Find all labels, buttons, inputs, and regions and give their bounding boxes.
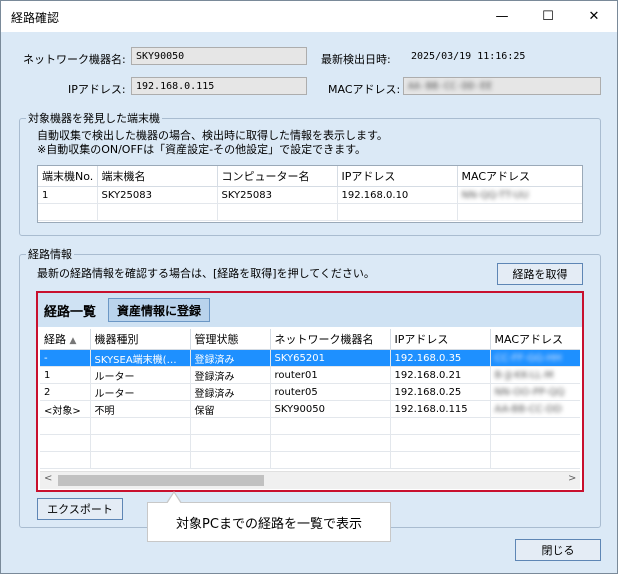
cell-route: - <box>40 349 91 367</box>
close-button[interactable]: 閉じる <box>515 539 601 561</box>
terminal-section-legend: 対象機器を発見した端末機 <box>28 112 160 125</box>
col-terminal-no[interactable]: 端末機No. <box>38 166 98 187</box>
table-row <box>40 451 580 469</box>
col-route[interactable]: 経路 ▲ <box>40 329 91 350</box>
network-device-field: SKY90050 <box>131 47 307 65</box>
cell-type: 不明 <box>90 400 191 418</box>
cell-mac: B-JJ-KK-LL-M <box>490 366 580 384</box>
cell-mac: AA-BB-CC-DD <box>490 400 580 418</box>
register-asset-button[interactable]: 資産情報に登録 <box>108 298 210 322</box>
mac-value: AA-BB-CC-DD-EE <box>408 81 493 92</box>
get-route-button[interactable]: 経路を取得 <box>497 263 583 285</box>
scroll-left-icon[interactable]: < <box>44 473 52 484</box>
cell-type: ルーター <box>90 383 191 401</box>
callout-tooltip: 対象PCまでの経路を一覧で表示 <box>147 491 391 542</box>
scroll-thumb[interactable] <box>58 475 264 486</box>
last-detected-value: 2025/03/19 11:16:25 <box>411 51 526 62</box>
cell-mac-text: AA-BB-CC-DD <box>494 403 562 415</box>
cell-device: SKY90050 <box>270 400 391 418</box>
cell-ip: 192.168.0.115 <box>390 400 491 418</box>
table-row <box>40 417 580 435</box>
cell-mac: NN-QQ-TT-UU <box>457 186 582 204</box>
cell-ip: 192.168.0.25 <box>390 383 491 401</box>
cell-type: ルーター <box>90 366 191 384</box>
minimize-button[interactable]: — <box>479 1 525 32</box>
mac-label: MACアドレス: <box>328 83 401 96</box>
mac-field: AA-BB-CC-DD-EE <box>403 77 601 95</box>
terminal-note-line1: 自動収集で検出した機器の場合、検出時に取得した情報を表示します。 <box>37 129 388 142</box>
col-device-type[interactable]: 機器種別 <box>90 329 191 350</box>
table-row[interactable]: 2 ルーター 登録済み router05 192.168.0.25 NN-OO-… <box>40 383 580 401</box>
terminal-note-line2: ※自動収集のON/OFFは「資産設定-その他設定」で設定できます。 <box>37 143 366 156</box>
cell-device: router05 <box>270 383 391 401</box>
sort-ascending-icon: ▲ <box>69 336 77 346</box>
col-network-device[interactable]: ネットワーク機器名 <box>270 329 391 350</box>
cell-device: router01 <box>270 366 391 384</box>
table-row[interactable]: 1 ルーター 登録済み router01 192.168.0.21 B-JJ-K… <box>40 366 580 384</box>
export-button[interactable]: エクスポート <box>37 498 123 520</box>
route-instruction: 最新の経路情報を確認する場合は、[経路を取得]を押してください。 <box>37 267 375 280</box>
route-check-window: 経路確認 — ☐ ✕ ネットワーク機器名: SKY90050 最新検出日時: 2… <box>0 0 618 574</box>
table-row[interactable]: - SKYSEA端末機(… 登録済み SKY65201 192.168.0.35… <box>40 349 580 367</box>
last-detected-label: 最新検出日時: <box>321 53 391 66</box>
cell-status: 登録済み <box>190 349 271 367</box>
cell-mac-text: B-JJ-KK-LL-M <box>494 369 554 381</box>
title-bar: 経路確認 — ☐ ✕ <box>1 1 617 32</box>
cell-mac-text: NN-QQ-TT-UU <box>461 189 529 201</box>
col-ip[interactable]: IPアドレス <box>390 329 491 350</box>
table-row <box>40 434 580 452</box>
close-window-button[interactable]: ✕ <box>571 1 617 32</box>
table-row[interactable]: 1 SKY25083 SKY25083 192.168.0.10 NN-QQ-T… <box>38 186 582 204</box>
cell-route: 2 <box>40 383 91 401</box>
col-ip-address[interactable]: IPアドレス <box>337 166 458 187</box>
table-row[interactable]: <対象> 不明 保留 SKY90050 192.168.0.115 AA-BB-… <box>40 400 580 418</box>
scroll-right-icon[interactable]: > <box>568 473 576 484</box>
cell-status: 保留 <box>190 400 271 418</box>
network-device-label: ネットワーク機器名: <box>23 53 126 66</box>
cell-route: <対象> <box>40 400 91 418</box>
maximize-button[interactable]: ☐ <box>525 1 571 32</box>
ip-field: 192.168.0.115 <box>131 77 307 95</box>
cell-route: 1 <box>40 366 91 384</box>
terminal-header-row: 端末機No. 端末機名 コンピューター名 IPアドレス MACアドレス <box>38 166 582 187</box>
ip-label: IPアドレス: <box>68 83 126 96</box>
col-terminal-name[interactable]: 端末機名 <box>97 166 218 187</box>
col-computer-name[interactable]: コンピューター名 <box>217 166 338 187</box>
route-header-row: 経路 ▲ 機器種別 管理状態 ネットワーク機器名 IPアドレス MACアドレス <box>40 329 580 350</box>
col-mac[interactable]: MACアドレス <box>490 329 580 350</box>
col-status[interactable]: 管理状態 <box>190 329 271 350</box>
route-table: 経路 ▲ 機器種別 管理状態 ネットワーク機器名 IPアドレス MACアドレス … <box>40 329 580 489</box>
cell-mac-text: CC-FF-GG-HH <box>494 352 562 364</box>
route-list-title: 経路一覧 <box>44 305 97 320</box>
cell-device: SKY65201 <box>270 349 391 367</box>
window-title: 経路確認 <box>11 11 60 25</box>
cell-status: 登録済み <box>190 383 271 401</box>
cell-mac-text: NN-OO-PP-QQ <box>494 386 565 398</box>
horizontal-scrollbar[interactable]: < > <box>40 471 580 489</box>
cell-ip: 192.168.0.35 <box>390 349 491 367</box>
col-mac-address[interactable]: MACアドレス <box>457 166 582 187</box>
route-section-legend: 経路情報 <box>28 248 72 261</box>
cell-no: 1 <box>38 186 98 204</box>
cell-type: SKYSEA端末機(… <box>90 349 191 367</box>
cell-computer: SKY25083 <box>217 186 338 204</box>
table-row <box>38 203 582 221</box>
cell-mac: NN-OO-PP-QQ <box>490 383 580 401</box>
cell-name: SKY25083 <box>97 186 218 204</box>
terminal-table: 端末機No. 端末機名 コンピューター名 IPアドレス MACアドレス 1 SK… <box>37 165 583 223</box>
route-list-highlight: 経路一覧 資産情報に登録 経路 ▲ 機器種別 管理状態 ネットワーク機器名 IP… <box>36 291 584 492</box>
cell-mac: CC-FF-GG-HH <box>490 349 580 367</box>
cell-ip: 192.168.0.21 <box>390 366 491 384</box>
cell-ip: 192.168.0.10 <box>337 186 458 204</box>
cell-status: 登録済み <box>190 366 271 384</box>
route-list-header: 経路一覧 資産情報に登録 <box>38 293 582 327</box>
col-route-label: 経路 <box>44 333 66 346</box>
